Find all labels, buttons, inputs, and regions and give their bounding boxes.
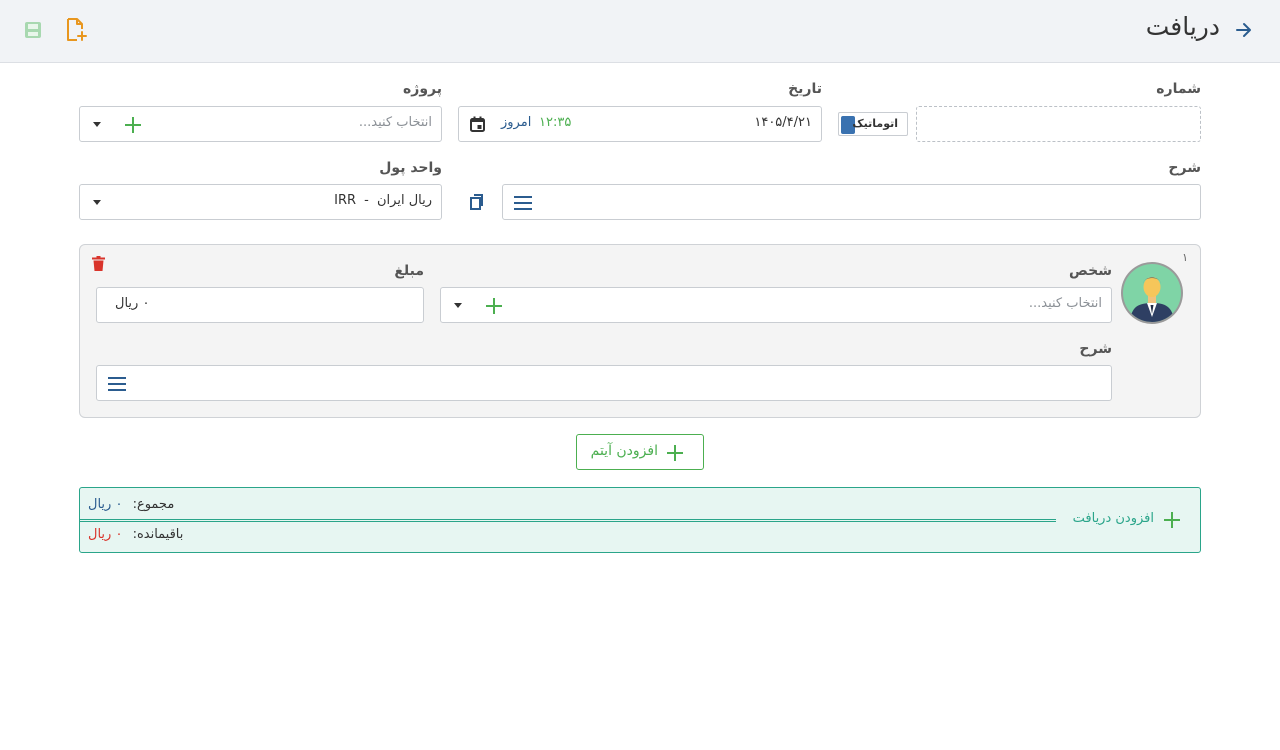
add-receipt-button[interactable]: افزودن دریافت <box>1073 511 1154 526</box>
description-input[interactable] <box>502 184 1201 220</box>
today-button[interactable]: امروز <box>501 115 531 130</box>
amount-value: ۰ ریال <box>115 296 150 311</box>
menu-lines-icon[interactable] <box>108 377 126 391</box>
project-select[interactable]: انتخاب کنید... <box>79 106 442 142</box>
auto-number-toggle[interactable]: اتوماتیک <box>838 112 908 136</box>
total-row: مجموع: ۰ ریال <box>88 497 174 512</box>
chevron-down-icon[interactable] <box>93 122 101 127</box>
amount-input[interactable]: ۰ ریال <box>96 287 424 323</box>
person-placeholder: انتخاب کنید... <box>1028 296 1102 311</box>
add-receipt-plus-icon[interactable] <box>1164 512 1180 528</box>
menu-lines-icon[interactable] <box>514 196 532 210</box>
copy-icon[interactable] <box>469 194 483 210</box>
currency-label: واحد پول <box>379 160 442 176</box>
calendar-icon[interactable] <box>470 116 485 132</box>
total-label: مجموع: <box>132 497 175 512</box>
plus-icon <box>667 445 683 461</box>
number-label: شماره <box>1156 81 1201 97</box>
total-value: ۰ ریال <box>88 497 123 512</box>
top-bar: دریافت <box>0 0 1280 63</box>
chevron-down-icon[interactable] <box>454 303 462 308</box>
amount-label: مبلغ <box>394 263 424 279</box>
person-select[interactable]: انتخاب کنید... <box>440 287 1112 323</box>
chevron-down-icon[interactable] <box>93 200 101 205</box>
trash-icon[interactable] <box>92 256 105 271</box>
time-value: ۱۲:۳۵ <box>539 115 572 130</box>
person-avatar-icon <box>1121 262 1183 324</box>
auto-label: اتوماتیک <box>852 117 898 130</box>
currency-value: IRR - ریال ایران <box>334 193 432 208</box>
item-description-input[interactable] <box>96 365 1112 401</box>
currency-separator: - <box>364 193 369 208</box>
save-icon[interactable] <box>24 21 42 39</box>
new-document-icon[interactable] <box>64 17 88 43</box>
number-input[interactable] <box>916 106 1201 142</box>
add-item-button[interactable]: افزودن آیتم <box>576 434 704 470</box>
date-label: تاریخ <box>788 81 822 97</box>
remaining-row: باقیمانده: ۰ ریال <box>88 527 183 542</box>
remaining-label: باقیمانده: <box>132 527 184 542</box>
add-item-label: افزودن آیتم <box>590 443 658 459</box>
description-label: شرح <box>1168 160 1201 176</box>
remaining-value: ۰ ریال <box>88 527 123 542</box>
person-label: شخص <box>1069 263 1112 279</box>
date-input[interactable]: ۱۴۰۵/۴/۲۱ ۱۲:۳۵ امروز <box>458 106 822 142</box>
currency-code: IRR <box>334 193 357 208</box>
receipt-item-card: ۱ شخص مبلغ انتخاب کنید... ۰ ریال شرح <box>79 244 1201 418</box>
page-title: دریافت <box>1145 12 1220 41</box>
item-description-label: شرح <box>1079 341 1112 357</box>
summary-panel: افزودن دریافت مجموع: ۰ ریال باقیمانده: ۰… <box>79 487 1201 553</box>
currency-select[interactable]: IRR - ریال ایران <box>79 184 442 220</box>
back-arrow-icon[interactable] <box>1232 18 1256 42</box>
summary-divider <box>80 519 1056 522</box>
project-label: پروژه <box>403 81 442 97</box>
date-value: ۱۴۰۵/۴/۲۱ <box>754 115 812 130</box>
currency-name: ریال ایران <box>377 193 432 208</box>
project-placeholder: انتخاب کنید... <box>358 115 432 130</box>
add-person-icon[interactable] <box>486 298 502 314</box>
add-project-icon[interactable] <box>125 117 141 133</box>
